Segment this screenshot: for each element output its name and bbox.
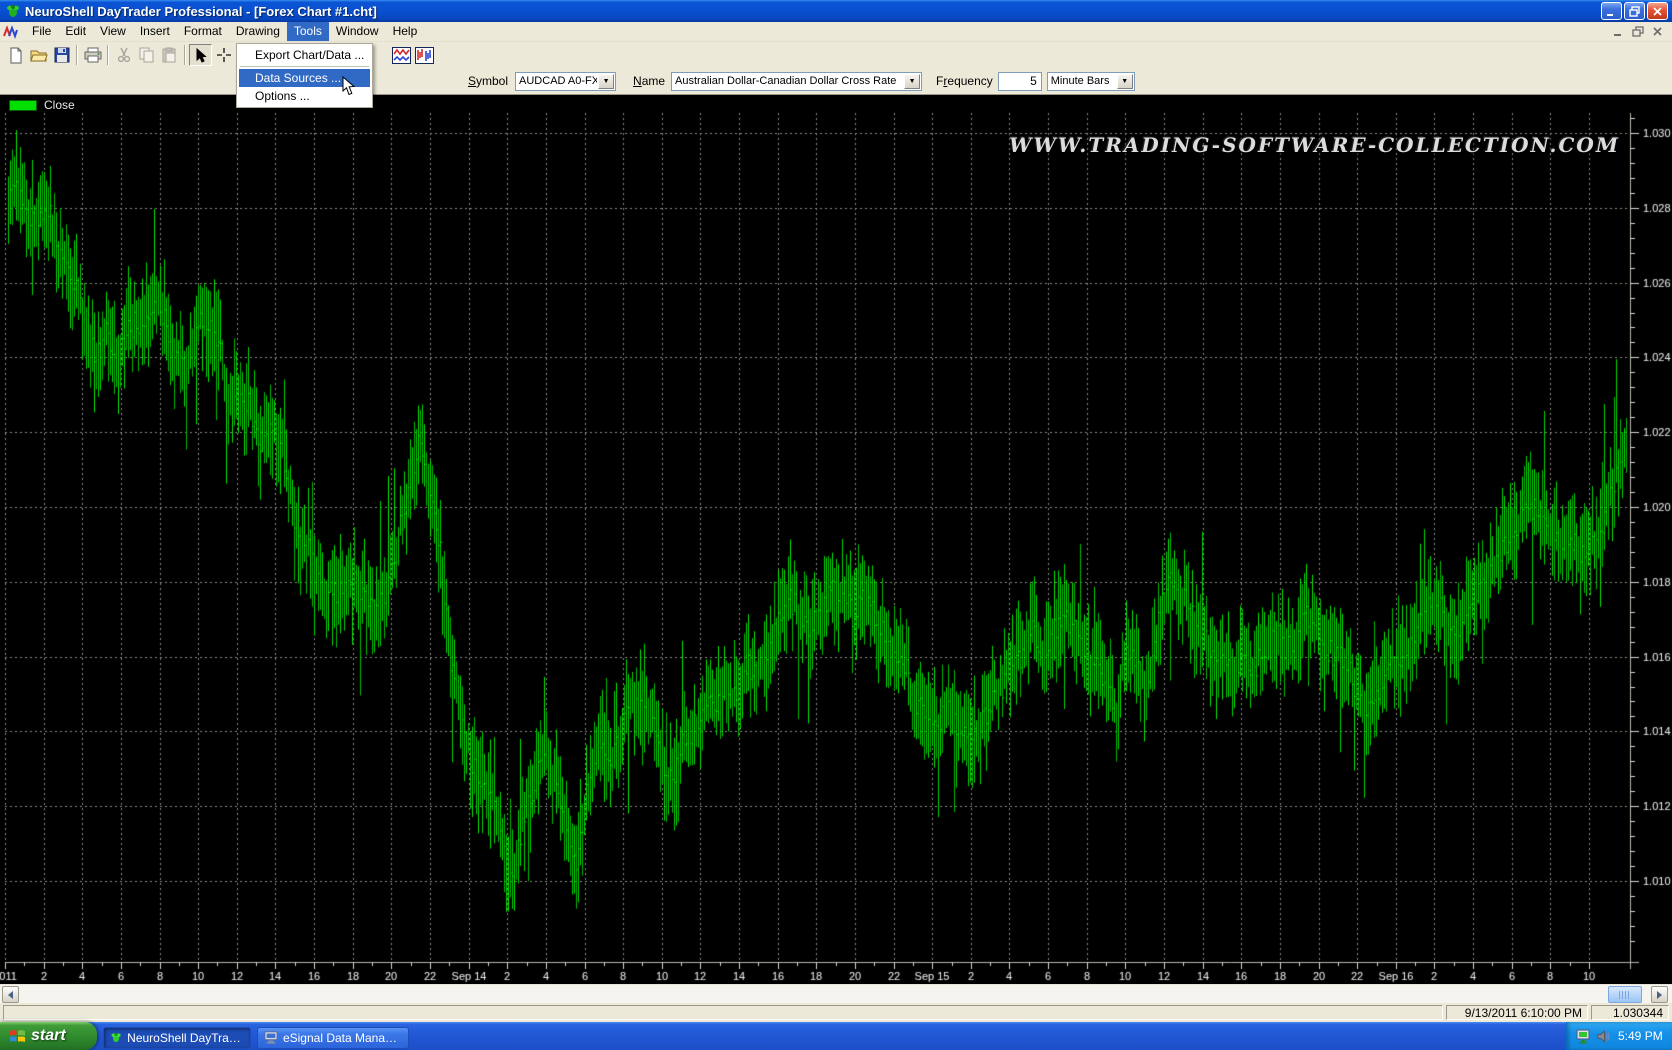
new-file-button[interactable]: [4, 44, 27, 66]
bar-chart-button[interactable]: [413, 44, 436, 66]
scroll-right-icon: [1657, 991, 1662, 999]
horizontal-scrollbar[interactable]: [0, 984, 1672, 1003]
copy-icon: [139, 47, 155, 63]
paste-button[interactable]: [158, 44, 181, 66]
system-tray: 5:49 PM: [1566, 1022, 1672, 1050]
crosshair-icon: [216, 47, 232, 63]
copy-button[interactable]: [135, 44, 158, 66]
frequency-label: Frequency: [936, 74, 993, 88]
cut-button[interactable]: [112, 44, 135, 66]
menu-drawing[interactable]: Drawing: [229, 22, 287, 41]
print-button[interactable]: [81, 44, 104, 66]
open-folder-icon: [30, 48, 48, 63]
name-combobox[interactable]: Australian Dollar-Canadian Dollar Cross …: [671, 72, 922, 91]
crosshair-tool-button[interactable]: [212, 44, 235, 66]
chevron-down-icon[interactable]: ▼: [1117, 74, 1133, 89]
bar-chart-icon: [415, 47, 434, 64]
symbol-value: AUDCAD A0-FX: [516, 75, 597, 87]
minimize-button[interactable]: [1601, 2, 1622, 20]
menu-edit[interactable]: Edit: [58, 22, 93, 41]
name-label: Name: [633, 74, 665, 88]
menu-file[interactable]: File: [25, 22, 58, 41]
volume-tray-icon[interactable]: [1596, 1029, 1611, 1044]
restore-button[interactable]: [1624, 2, 1645, 20]
legend-label: Close: [44, 98, 75, 112]
menu-window[interactable]: Window: [329, 22, 386, 41]
chevron-down-icon[interactable]: ▼: [904, 74, 920, 89]
status-bar: 9/13/2011 6:10:00 PM 1.030344: [0, 1003, 1672, 1022]
task-label: NeuroShell DayTrade...: [127, 1031, 244, 1045]
toolbar-separator: [184, 45, 186, 65]
printer-icon: [84, 47, 102, 63]
toolbar-separator: [107, 45, 109, 65]
pointer-arrow-icon: [195, 48, 207, 63]
bar-type-value: Minute Bars: [1048, 75, 1116, 87]
name-value: Australian Dollar-Canadian Dollar Cross …: [672, 75, 903, 87]
chart-legend: Close: [9, 98, 75, 112]
taskbar: start NeuroShell DayTrade... eSignal Dat…: [0, 1022, 1672, 1050]
title-bar: NeuroShell DayTrader Professional - [For…: [0, 0, 1672, 22]
start-label: start: [31, 1027, 66, 1045]
cut-scissors-icon: [117, 47, 131, 63]
pointer-tool-button[interactable]: [189, 44, 212, 66]
esignal-task-icon: [264, 1031, 278, 1044]
mdi-minimize-button[interactable]: [1609, 24, 1626, 39]
save-floppy-icon: [54, 47, 70, 63]
scrollbar-thumb[interactable]: [1608, 986, 1642, 1003]
task-button-neuroshell[interactable]: NeuroShell DayTrade...: [103, 1027, 251, 1049]
wave-chart-button[interactable]: [390, 44, 413, 66]
toolbar-separator: [76, 45, 78, 65]
status-datetime: 9/13/2011 6:10:00 PM: [1446, 1005, 1588, 1020]
status-price-value: 1.030344: [1591, 1005, 1669, 1020]
menu-tools[interactable]: Tools: [287, 22, 329, 41]
menu-separator: [240, 66, 369, 67]
menu-item-export-chart-data[interactable]: Export Chart/Data ...: [239, 46, 370, 64]
paste-clipboard-icon: [162, 47, 177, 63]
task-button-esignal[interactable]: eSignal Data Manager: [257, 1027, 409, 1049]
mouse-cursor: [342, 76, 357, 96]
chart-area: Close WWW.TRADING-SOFTWARE-COLLECTION.CO…: [0, 95, 1672, 984]
frequency-input[interactable]: [998, 72, 1042, 91]
wave-chart-icon: [392, 47, 411, 64]
windows-flag-icon: [9, 1028, 26, 1044]
status-message-panel: [3, 1005, 1443, 1020]
menu-bar: File Edit View Insert Format Drawing Too…: [0, 22, 1672, 42]
scroll-left-button[interactable]: [2, 986, 19, 1003]
menu-view[interactable]: View: [93, 22, 133, 41]
menu-insert[interactable]: Insert: [133, 22, 177, 41]
network-tray-icon[interactable]: [1575, 1029, 1591, 1044]
bar-type-combobox[interactable]: Minute Bars ▼: [1047, 72, 1135, 91]
scroll-left-icon: [8, 991, 13, 999]
close-button[interactable]: [1647, 2, 1668, 20]
start-button[interactable]: start: [0, 1022, 97, 1050]
open-file-button[interactable]: [27, 44, 50, 66]
desktop: NeuroShell DayTrader Professional - [For…: [0, 0, 1672, 1050]
scroll-right-button[interactable]: [1651, 986, 1668, 1003]
window-title: NeuroShell DayTrader Professional - [For…: [25, 4, 377, 19]
menu-format[interactable]: Format: [177, 22, 229, 41]
mdi-close-button[interactable]: [1649, 24, 1666, 39]
symbol-label: Symbol: [468, 74, 508, 88]
chevron-down-icon[interactable]: ▼: [598, 74, 614, 89]
new-file-icon: [8, 47, 24, 64]
menu-help[interactable]: Help: [386, 22, 425, 41]
price-chart-canvas[interactable]: [0, 95, 1672, 984]
mdi-restore-button[interactable]: [1629, 24, 1646, 39]
neuroshell-task-icon: [110, 1031, 122, 1044]
symbol-combobox[interactable]: AUDCAD A0-FX ▼: [515, 72, 616, 91]
tray-clock: 5:49 PM: [1618, 1029, 1663, 1043]
watermark: WWW.TRADING-SOFTWARE-COLLECTION.COM: [1009, 133, 1620, 157]
task-label: eSignal Data Manager: [283, 1031, 402, 1045]
save-button[interactable]: [50, 44, 73, 66]
app-window-icon: [5, 3, 21, 19]
document-icon: [3, 25, 19, 39]
legend-color-swatch: [9, 100, 37, 111]
